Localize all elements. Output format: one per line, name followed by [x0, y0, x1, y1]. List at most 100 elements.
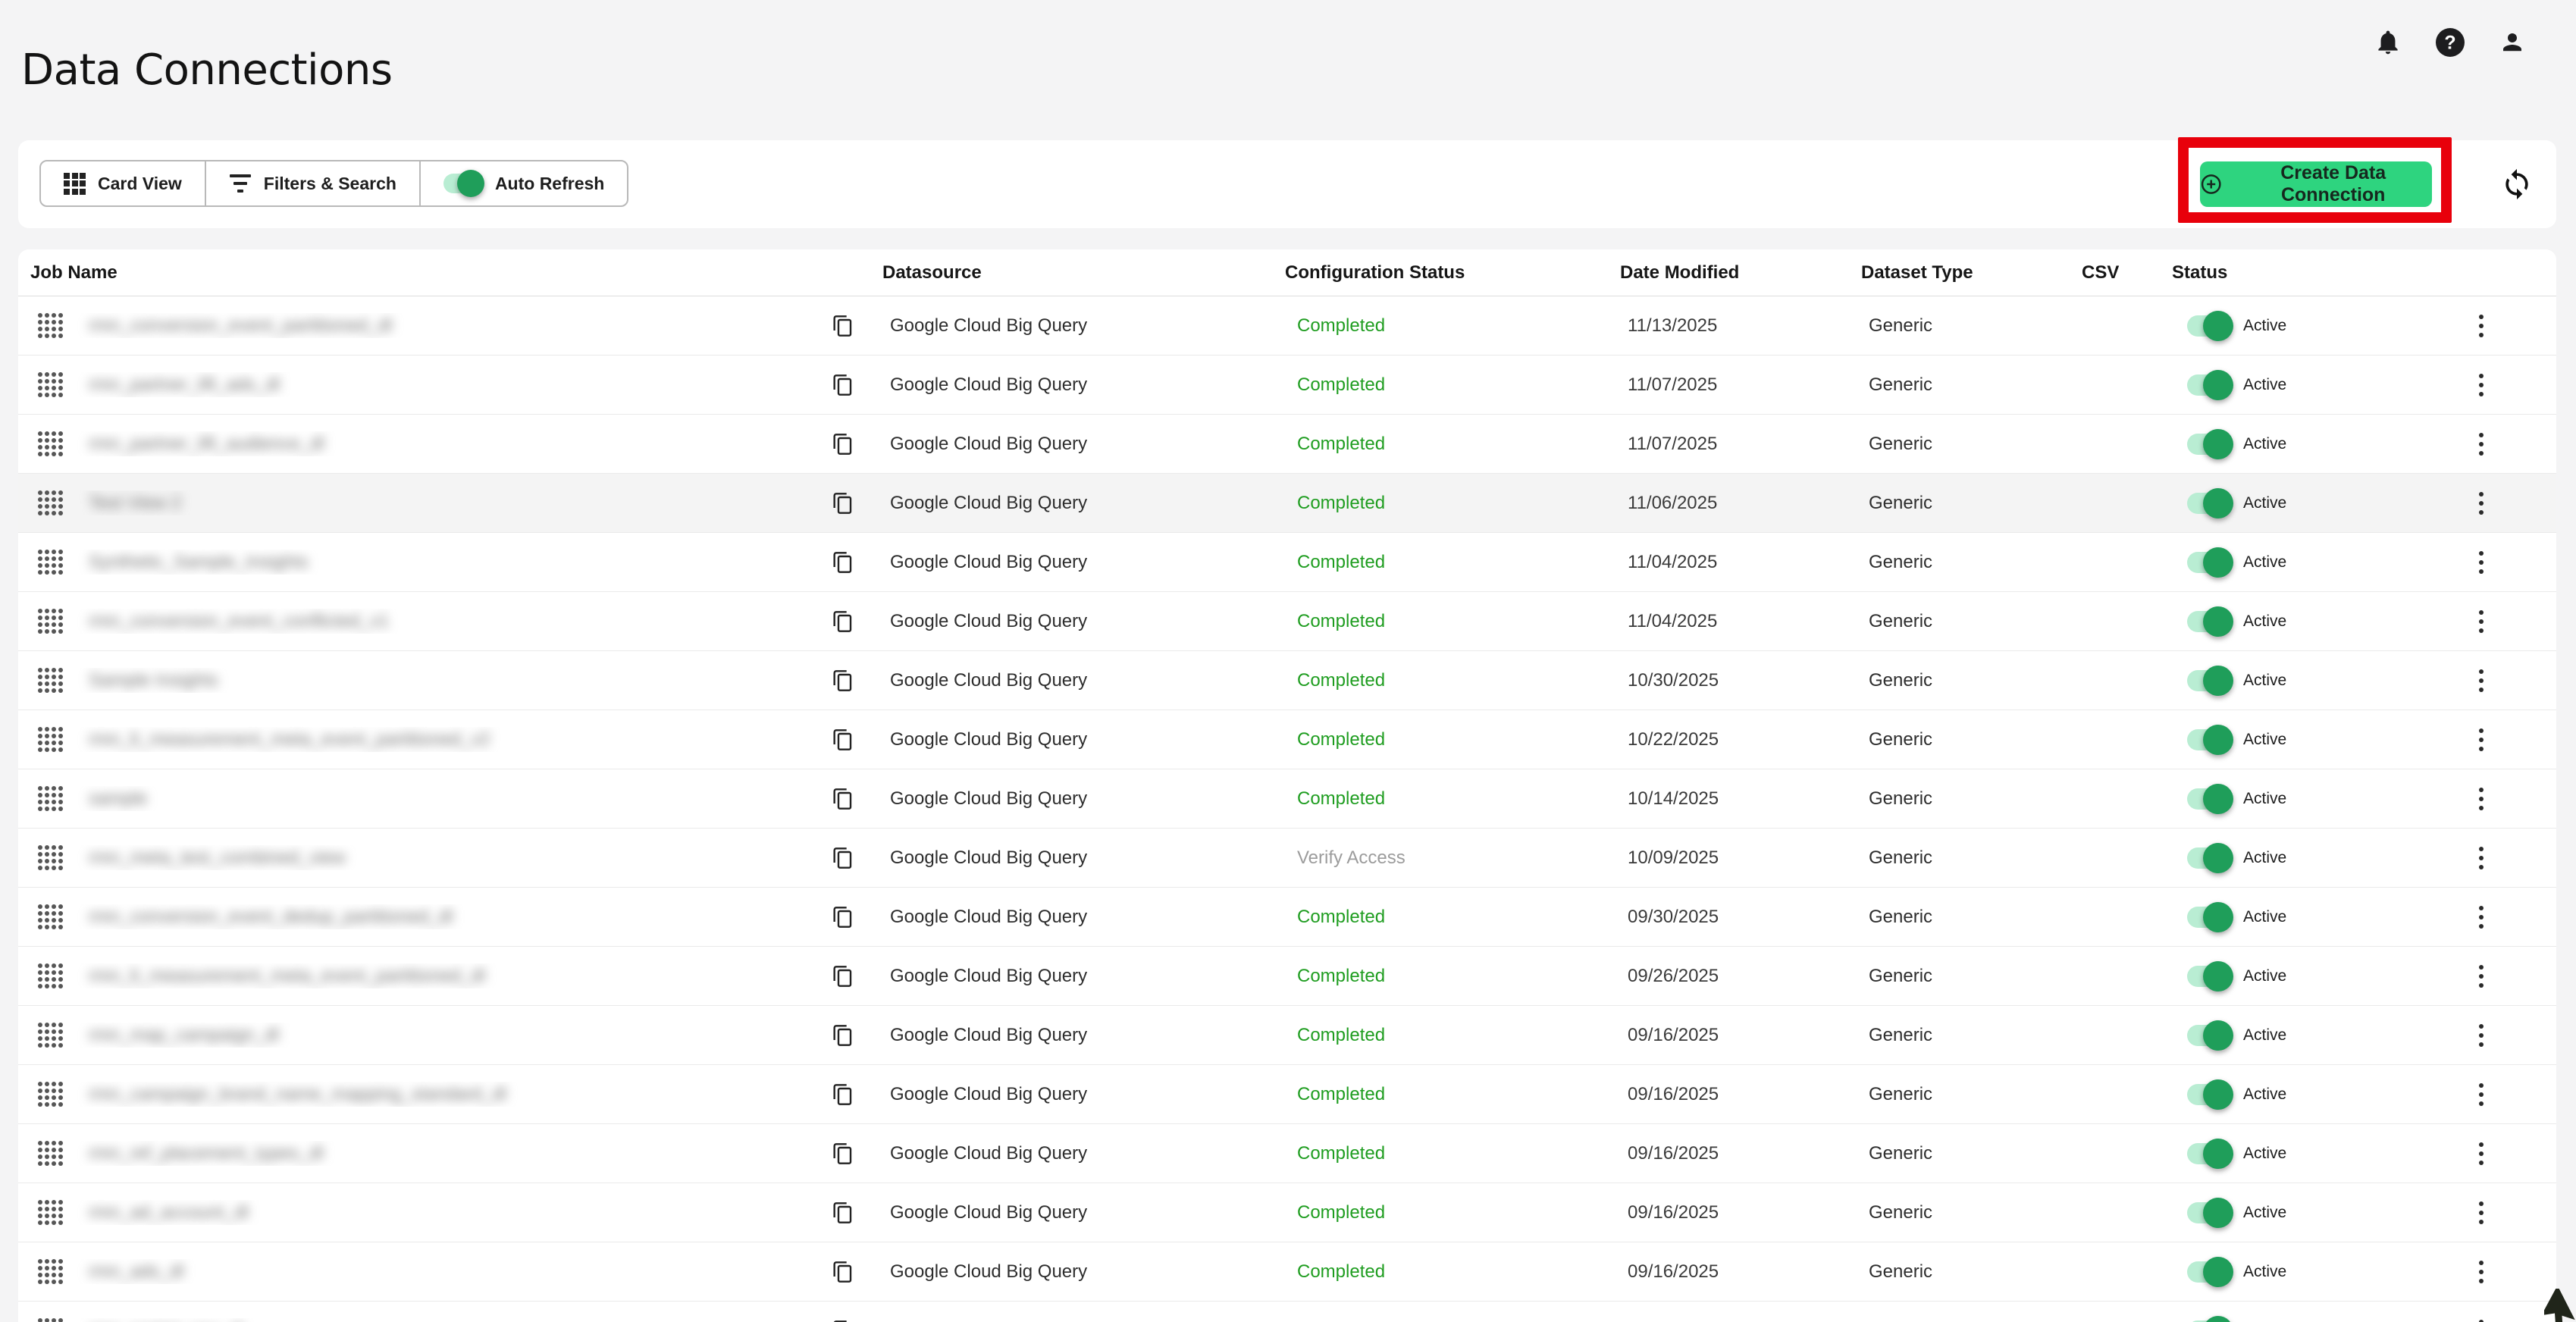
row-menu-kebab-button[interactable]	[2474, 665, 2488, 697]
table-row: rmn_meta_test_combined_view Google Cloud…	[18, 829, 2556, 888]
status-toggle[interactable]	[2187, 1143, 2231, 1164]
copy-job-name-button[interactable]	[828, 606, 858, 638]
row-menu-kebab-button[interactable]	[2474, 606, 2488, 638]
status-toggle[interactable]	[2187, 1261, 2231, 1283]
copy-job-name-button[interactable]	[828, 1197, 858, 1229]
row-menu-kebab-button[interactable]	[2474, 1315, 2488, 1322]
drag-handle-icon[interactable]	[38, 904, 63, 929]
status-label: Active	[2243, 849, 2286, 867]
status-toggle[interactable]	[2187, 315, 2231, 337]
job-name-cell: rmn_conversion_event_conflicted_v1	[18, 609, 819, 634]
copy-cell	[819, 1079, 867, 1111]
row-menu-kebab-button[interactable]	[2474, 310, 2488, 342]
row-menu-kebab-button[interactable]	[2474, 901, 2488, 933]
drag-handle-icon[interactable]	[38, 1141, 63, 1166]
row-menu-kebab-button[interactable]	[2474, 1197, 2488, 1229]
copy-job-name-button[interactable]	[828, 1315, 858, 1322]
status-toggle[interactable]	[2187, 788, 2231, 810]
row-menu-kebab-button[interactable]	[2474, 783, 2488, 815]
row-menu-kebab-button[interactable]	[2474, 1138, 2488, 1170]
copy-job-name-button[interactable]	[828, 487, 858, 519]
drag-handle-icon[interactable]	[38, 372, 63, 397]
copy-job-name-button[interactable]	[828, 724, 858, 756]
view-options-segmented-control: Card View Filters & Search Auto Refresh	[39, 160, 628, 207]
copy-icon	[831, 1200, 855, 1226]
status-toggle[interactable]	[2187, 374, 2231, 396]
status-toggle[interactable]	[2187, 493, 2231, 514]
status-toggle[interactable]	[2187, 1084, 2231, 1105]
copy-job-name-button[interactable]	[828, 783, 858, 815]
status-label: Active	[2243, 435, 2286, 453]
drag-handle-icon[interactable]	[38, 490, 63, 515]
drag-handle-icon[interactable]	[38, 313, 63, 338]
drag-handle-icon[interactable]	[38, 1082, 63, 1107]
copy-job-name-button[interactable]	[828, 1138, 858, 1170]
datasource-cell: Google Cloud Big Query	[867, 315, 1270, 337]
status-toggle[interactable]	[2187, 907, 2231, 928]
status-toggle[interactable]	[2187, 847, 2231, 869]
datasource-cell: Google Cloud Big Query	[867, 1084, 1270, 1105]
help-icon[interactable]: ?	[2435, 27, 2465, 58]
row-menu-kebab-button[interactable]	[2474, 724, 2488, 756]
drag-handle-icon[interactable]	[38, 727, 63, 752]
date-modified-cell: 09/16/2025	[1605, 1202, 1846, 1223]
row-menu-kebab-button[interactable]	[2474, 960, 2488, 992]
copy-job-name-button[interactable]	[828, 1020, 858, 1051]
copy-cell	[819, 901, 867, 933]
svg-text:?: ?	[2444, 33, 2455, 54]
drag-handle-icon[interactable]	[38, 609, 63, 634]
copy-job-name-button[interactable]	[828, 1079, 858, 1111]
row-menu-kebab-button[interactable]	[2474, 428, 2488, 460]
auto-refresh-toggle[interactable]	[443, 174, 483, 193]
job-name-cell: rmn_conversion_event_dedup_partitioned_d…	[18, 904, 819, 929]
config-status-cell: Completed	[1270, 966, 1605, 987]
refresh-list-button[interactable]	[2499, 166, 2535, 202]
copy-job-name-button[interactable]	[828, 960, 858, 992]
notifications-bell-icon[interactable]	[2374, 29, 2402, 56]
toggle-knob	[2203, 961, 2233, 992]
drag-handle-icon[interactable]	[38, 668, 63, 693]
copy-job-name-button[interactable]	[828, 547, 858, 578]
drag-handle-icon[interactable]	[38, 786, 63, 811]
status-toggle[interactable]	[2187, 1025, 2231, 1046]
config-status-cell: Completed	[1270, 907, 1605, 928]
filters-search-button[interactable]: Filters & Search	[205, 161, 419, 205]
row-menu-kebab-button[interactable]	[2474, 842, 2488, 874]
status-toggle[interactable]	[2187, 966, 2231, 987]
status-toggle[interactable]	[2187, 611, 2231, 632]
drag-handle-icon[interactable]	[38, 1259, 63, 1284]
copy-job-name-button[interactable]	[828, 665, 858, 697]
account-person-icon[interactable]	[2499, 29, 2526, 56]
copy-job-name-button[interactable]	[828, 310, 858, 342]
copy-job-name-button[interactable]	[828, 428, 858, 460]
job-name-cell: Synthetic_Sample_Insights	[18, 550, 819, 575]
row-menu-kebab-button[interactable]	[2474, 1256, 2488, 1288]
datasource-cell: Google Cloud Big Query	[867, 670, 1270, 691]
row-menu-kebab-button[interactable]	[2474, 1079, 2488, 1111]
drag-handle-icon[interactable]	[38, 963, 63, 988]
data-connections-table: Job Name Datasource Configuration Status…	[18, 249, 2556, 1322]
drag-handle-icon[interactable]	[38, 1023, 63, 1048]
copy-job-name-button[interactable]	[828, 842, 858, 874]
row-menu-kebab-button[interactable]	[2474, 1020, 2488, 1051]
status-toggle[interactable]	[2187, 434, 2231, 455]
status-toggle[interactable]	[2187, 1202, 2231, 1223]
drag-handle-icon[interactable]	[38, 845, 63, 870]
status-toggle[interactable]	[2187, 670, 2231, 691]
copy-job-name-button[interactable]	[828, 901, 858, 933]
drag-handle-icon[interactable]	[38, 550, 63, 575]
drag-handle-icon[interactable]	[38, 1318, 63, 1322]
row-menu-kebab-button[interactable]	[2474, 547, 2488, 578]
status-toggle[interactable]	[2187, 552, 2231, 573]
drag-handle-icon[interactable]	[38, 1200, 63, 1225]
row-menu-kebab-button[interactable]	[2474, 369, 2488, 401]
toggle-knob	[2203, 429, 2233, 459]
copy-job-name-button[interactable]	[828, 1256, 858, 1288]
job-name-cell: rmn_conversion_event_partitioned_dl	[18, 313, 819, 338]
status-toggle[interactable]	[2187, 729, 2231, 750]
card-view-button[interactable]: Card View	[41, 161, 205, 205]
create-data-connection-button[interactable]: Create Data Connection	[2200, 161, 2432, 207]
row-menu-kebab-button[interactable]	[2474, 487, 2488, 519]
drag-handle-icon[interactable]	[38, 431, 63, 456]
copy-job-name-button[interactable]	[828, 369, 858, 401]
